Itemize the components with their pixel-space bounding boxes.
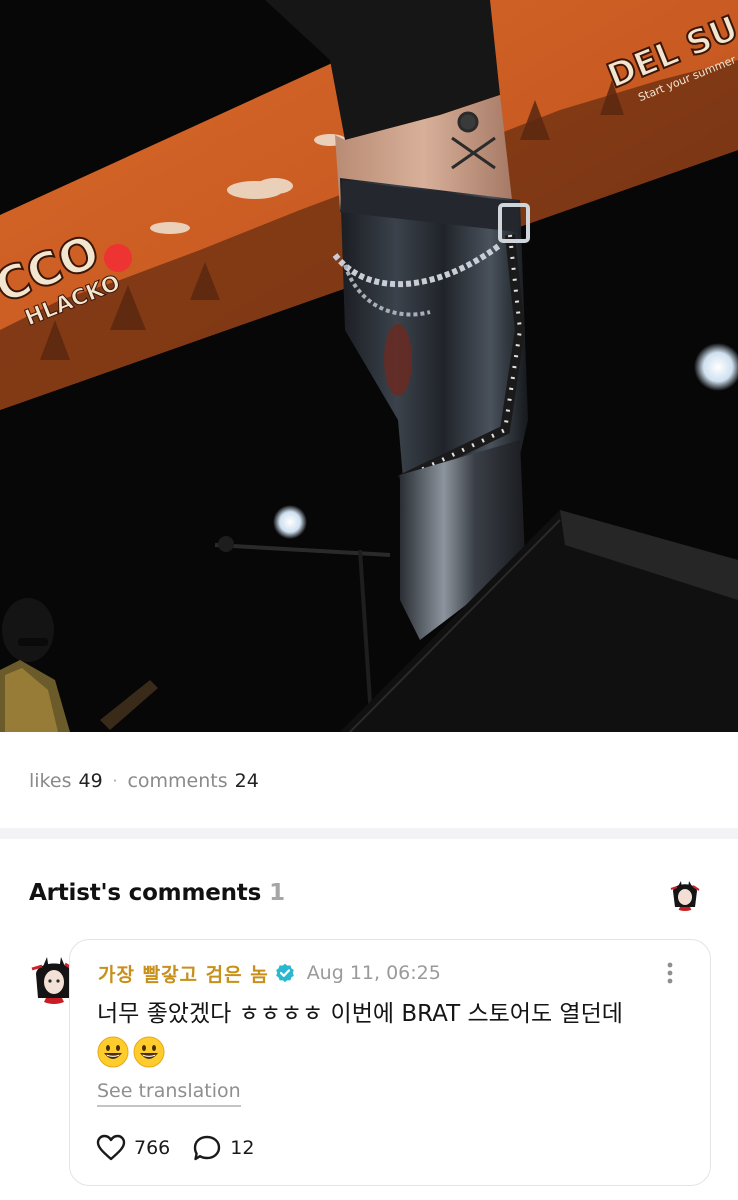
post-photo[interactable]: CCO HLACKO DEL SU Start your summer [0,0,738,732]
like-button[interactable]: 766 [96,1134,170,1162]
smiley-emoji-icon [97,1036,129,1068]
comments-label: comments [127,770,228,792]
comment-header: 가장 빨갛고 검은 놈 Aug 11, 06:25 [98,958,441,988]
artist-comment-card: 가장 빨갛고 검은 놈 Aug 11, 06:25 너무 좋았겠다 ㅎㅎㅎㅎ 이… [69,939,711,1186]
smiley-emoji-icon [133,1036,165,1068]
reply-button[interactable]: 12 [192,1134,254,1162]
stats-separator: · [112,772,118,790]
more-options-icon[interactable] [660,960,680,986]
post-stats: likes 49 · comments 24 [29,766,259,796]
artist-avatar-small[interactable] [668,877,702,911]
reply-count: 12 [230,1137,255,1159]
comment-text: 너무 좋았겠다 ㅎㅎㅎㅎ 이번에 BRAT 스토어도 열던데 [97,1001,623,1027]
comment-author-name[interactable]: 가장 빨갛고 검은 놈 [98,960,269,987]
artist-comments-title: Artist's comments [29,880,262,906]
see-translation-link[interactable]: See translation [97,1078,241,1107]
likes-label: likes [29,770,72,792]
speech-bubble-icon [194,1135,221,1161]
comment-emojis [97,1036,165,1070]
section-divider [0,828,738,839]
likes-count[interactable]: 49 [78,770,102,792]
heart-icon [96,1134,126,1161]
like-count: 766 [134,1137,171,1159]
comment-actions: 766 12 [96,1132,276,1164]
artist-comments-count: 1 [269,880,285,906]
comment-date: Aug 11, 06:25 [306,962,441,984]
artist-comments-header: Artist's comments 1 [29,876,285,910]
comments-count[interactable]: 24 [235,770,259,792]
verified-badge-icon [275,963,294,982]
